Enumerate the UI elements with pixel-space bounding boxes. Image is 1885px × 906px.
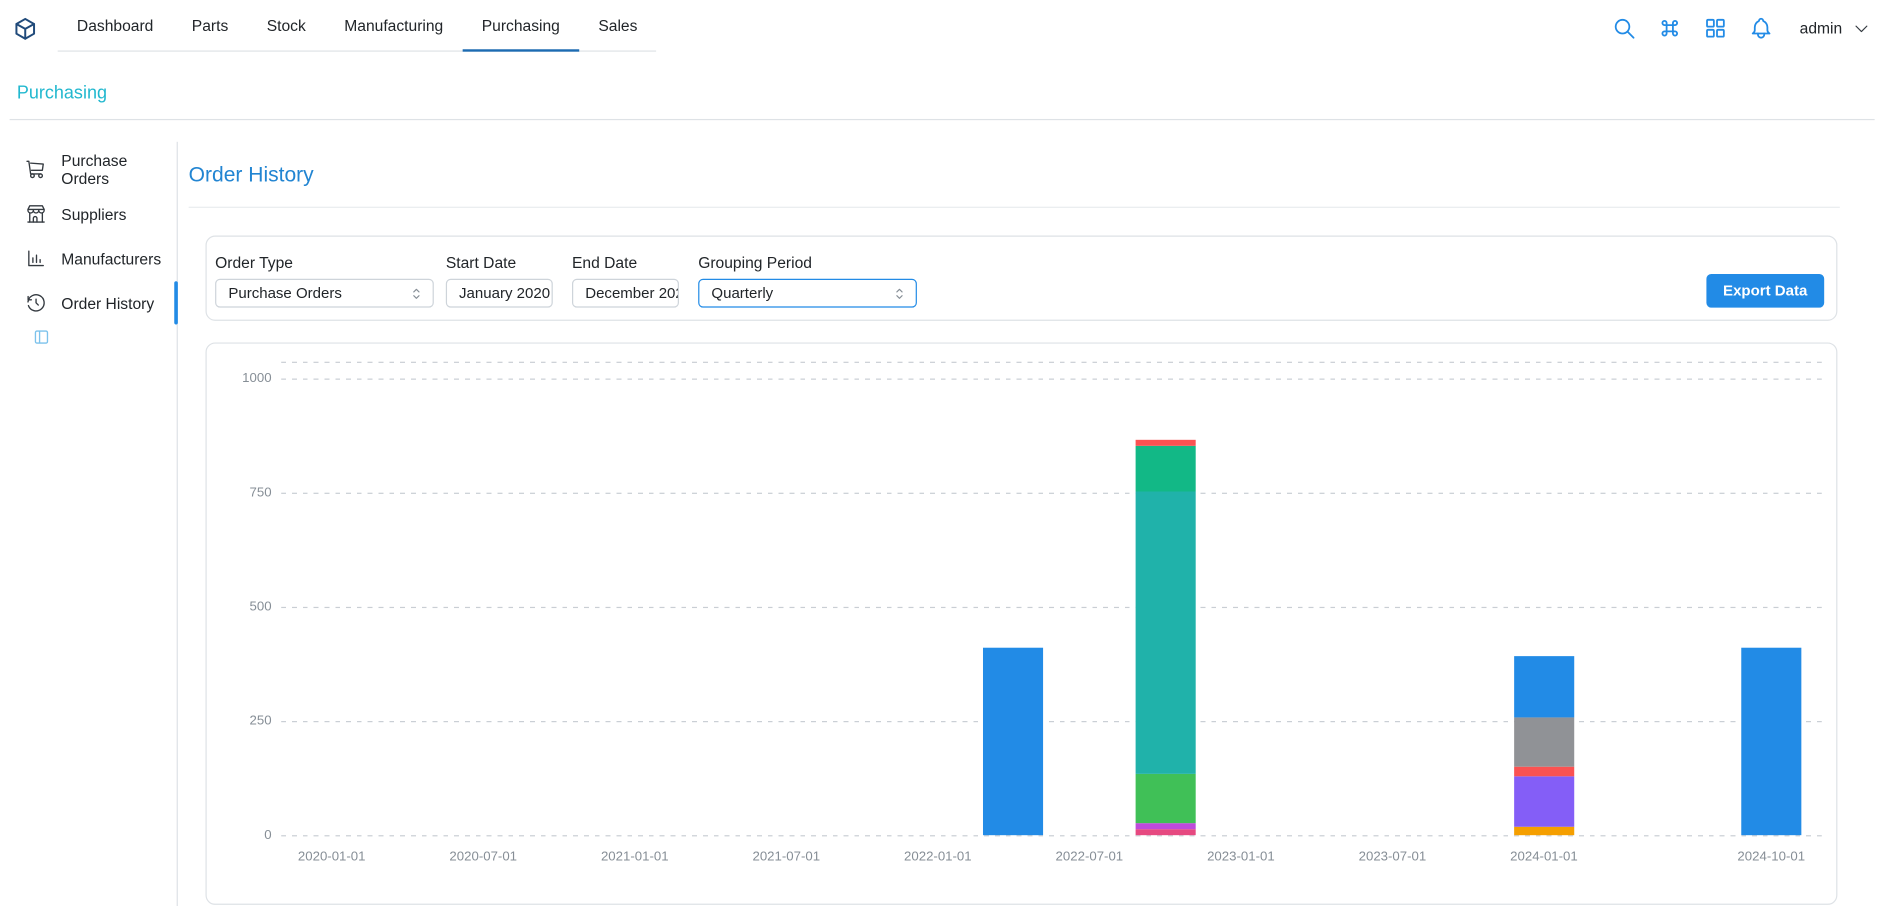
tab-purchasing[interactable]: Purchasing: [462, 1, 579, 51]
app-logo-icon[interactable]: [12, 15, 38, 41]
order-type-select[interactable]: Purchase Orders: [215, 279, 434, 308]
sidebar-divider: [177, 142, 178, 906]
bar-segment[interactable]: [1135, 823, 1195, 829]
x-axis-label: 2021-01-01: [581, 850, 689, 864]
selector-icon: [407, 284, 425, 302]
user-menu[interactable]: admin: [1800, 17, 1873, 39]
x-axis-label: 2022-07-01: [1035, 850, 1143, 864]
histogram-icon: [25, 248, 47, 270]
bar-segment[interactable]: [1514, 717, 1574, 767]
bar-segment[interactable]: [1514, 767, 1574, 777]
title-divider: [189, 207, 1840, 208]
tab-manufacturing[interactable]: Manufacturing: [325, 1, 462, 51]
x-axis-label: 2022-01-01: [884, 850, 992, 864]
history-icon: [25, 292, 47, 314]
y-axis-label: 1000: [207, 371, 272, 385]
bar-segment[interactable]: [1514, 777, 1574, 827]
tab-stock[interactable]: Stock: [247, 1, 325, 51]
y-axis-label: 250: [207, 714, 272, 728]
end-date-label: End Date: [572, 254, 679, 272]
sidebar-item-label: Order History: [61, 294, 154, 312]
grouping-period-group: Grouping Period Quarterly: [698, 254, 917, 308]
x-axis-label: 2020-07-01: [429, 850, 537, 864]
tab-dashboard[interactable]: Dashboard: [58, 1, 173, 51]
bar-segment[interactable]: [1135, 440, 1195, 446]
main-tabs: DashboardPartsStockManufacturingPurchasi…: [58, 1, 657, 51]
building-store-icon: [25, 203, 47, 225]
grid-line: [281, 379, 1822, 380]
app: DashboardPartsStockManufacturingPurchasi…: [0, 0, 1884, 906]
sidebar-item-order-history[interactable]: Order History: [10, 281, 176, 324]
bar-segment[interactable]: [1514, 827, 1574, 835]
sidebar-nav: Purchase Orders Suppliers Manufacturers Ord…: [10, 148, 176, 326]
scan-icon[interactable]: [1701, 14, 1729, 42]
navbar-actions: admin: [1610, 0, 1872, 56]
sidebar-item-manufacturers[interactable]: Manufacturers: [10, 237, 176, 280]
x-axis-label: 2020-01-01: [278, 850, 386, 864]
tab-sales[interactable]: Sales: [579, 1, 657, 51]
start-date-input[interactable]: January 2020: [446, 279, 553, 308]
chart-card: 0 250 500 750 1000 2020-01-01 2020-07-01 2021-0…: [205, 342, 1837, 904]
filter-panel: Order Type Purchase Orders Start Date Ja…: [205, 236, 1837, 321]
bar-segment[interactable]: [1514, 657, 1574, 717]
grid-line: [281, 835, 1822, 836]
start-date-value: January 2020: [459, 285, 550, 302]
order-type-label: Order Type: [215, 254, 434, 272]
chevron-down-icon: [1851, 17, 1873, 39]
sidebar-item-label: Purchase Orders: [61, 151, 175, 187]
page-title: Order History: [189, 162, 314, 187]
start-date-group: Start Date January 2020: [446, 254, 553, 308]
navbar: DashboardPartsStockManufacturingPurchasi…: [0, 0, 1884, 56]
grouping-period-select[interactable]: Quarterly: [698, 279, 917, 308]
shopping-cart-icon: [25, 159, 47, 181]
start-date-label: Start Date: [446, 254, 553, 272]
command-icon[interactable]: [1655, 14, 1683, 42]
selector-icon: [890, 284, 908, 302]
search-icon[interactable]: [1610, 14, 1638, 42]
x-axis-label: 2024-10-01: [1717, 850, 1825, 864]
sidebar-item-suppliers[interactable]: Suppliers: [10, 192, 176, 235]
sidebar-item-label: Manufacturers: [61, 249, 161, 267]
bar-segment[interactable]: [1741, 648, 1801, 835]
bar-segment[interactable]: [1135, 829, 1195, 835]
sidebar-active-indicator: [174, 281, 178, 324]
grouping-period-label: Grouping Period: [698, 254, 917, 272]
breadcrumb: Purchasing: [10, 66, 1875, 120]
grid-line-top: [281, 362, 1822, 363]
y-axis-label: 750: [207, 485, 272, 499]
breadcrumb-purchasing[interactable]: Purchasing: [17, 82, 107, 102]
notifications-icon[interactable]: [1747, 14, 1775, 42]
bar-segment[interactable]: [1135, 492, 1195, 774]
bar-segment[interactable]: [984, 648, 1044, 835]
grid-line: [281, 493, 1822, 494]
grouping-period-value: Quarterly: [711, 285, 773, 302]
order-type-group: Order Type Purchase Orders: [215, 254, 434, 308]
sidebar-item-purchase-orders[interactable]: Purchase Orders: [10, 148, 176, 191]
grid-line: [281, 721, 1822, 722]
sidebar-item-label: Suppliers: [61, 205, 126, 223]
export-data-button[interactable]: Export Data: [1706, 274, 1824, 308]
sidebar-collapse-icon[interactable]: [31, 328, 50, 347]
username: admin: [1800, 19, 1843, 37]
x-axis-label: 2023-07-01: [1338, 850, 1446, 864]
end-date-input[interactable]: December 2024: [572, 279, 679, 308]
y-axis-label: 500: [207, 600, 272, 614]
end-date-group: End Date December 2024: [572, 254, 679, 308]
order-type-value: Purchase Orders: [228, 285, 342, 302]
x-axis-label: 2024-01-01: [1490, 850, 1598, 864]
bar-segment[interactable]: [1135, 446, 1195, 492]
grid-line: [281, 607, 1822, 608]
bar-segment[interactable]: [1135, 774, 1195, 823]
x-axis-label: 2023-01-01: [1187, 850, 1295, 864]
y-axis-label: 0: [207, 828, 272, 842]
end-date-value: December 2024: [585, 285, 679, 302]
tab-parts[interactable]: Parts: [173, 1, 248, 51]
x-axis-label: 2021-07-01: [732, 850, 840, 864]
